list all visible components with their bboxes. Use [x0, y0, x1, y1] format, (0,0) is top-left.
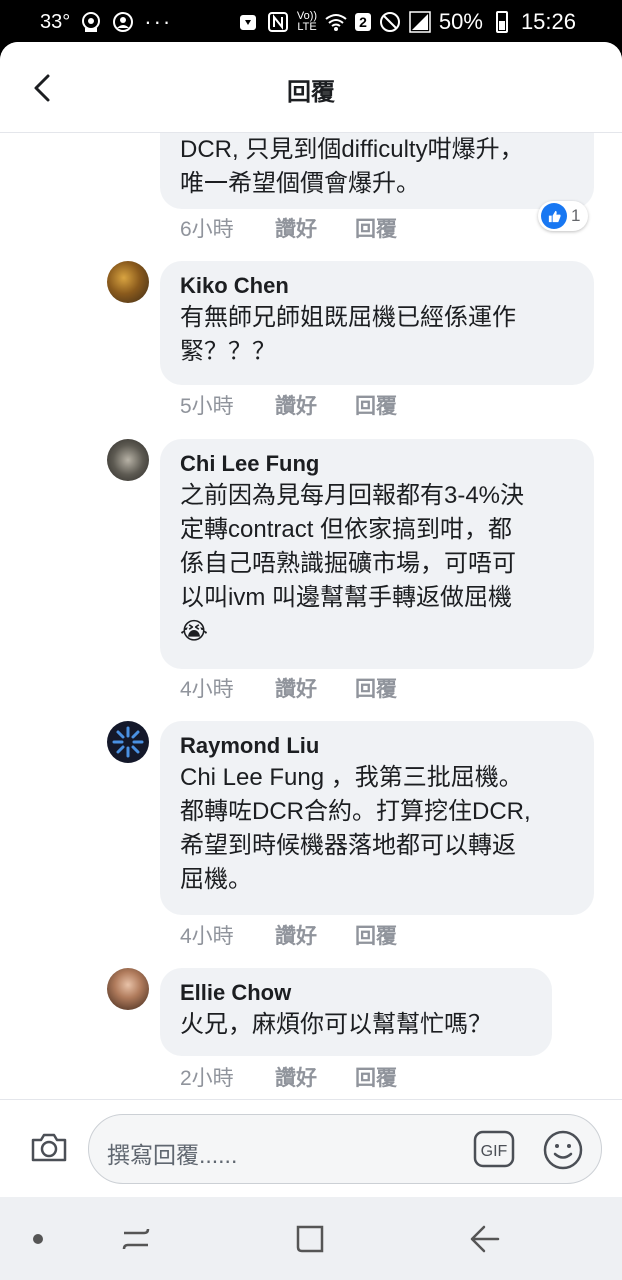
comment-bubble[interactable]: Ellie Chow 火兄，麻煩你可以幫幫忙嗎？ [160, 968, 552, 1056]
battery-icon [491, 11, 513, 33]
comment-meta: 2小時 讚好 回覆 [180, 1062, 397, 1092]
avatar[interactable] [107, 968, 149, 1010]
more-notifications-icon: ··· [144, 9, 173, 34]
comment-author[interactable]: Ellie Chow [180, 978, 532, 1008]
like-button[interactable]: 讚好 [275, 390, 355, 420]
comment-text: 之前因為見每月回報都有3-4%決 定轉contract 但依家搞到咁，都 係自己… [180, 482, 525, 611]
gif-button[interactable]: GIF [473, 1130, 515, 1168]
recents-icon [122, 1228, 150, 1250]
comment-time: 4小時 [180, 678, 234, 701]
svg-text:GIF: GIF [481, 1143, 508, 1160]
home-icon [296, 1225, 324, 1253]
volte-icon: Vo)) LTE [296, 10, 318, 33]
crying-emoji: 😭 [180, 618, 209, 645]
system-nav-bar [0, 1197, 622, 1280]
comment-text: Chi Lee Fung ，我第三批屈機。 都轉咗DCR合約。打算挖住DCR, … [180, 764, 531, 893]
signal-icon [409, 11, 431, 33]
comment-meta: 5小時 讚好 回覆 [180, 390, 397, 420]
emoji-button[interactable] [542, 1129, 584, 1171]
comment-bubble[interactable]: Chi Lee Fung 之前因為見每月回報都有3-4%決 定轉contract… [160, 439, 594, 669]
clock: 15:26 [520, 9, 576, 34]
comment-meta: 4小時 讚好 回覆 [180, 920, 397, 950]
like-button[interactable]: 讚好 [275, 673, 355, 703]
wifi-icon [325, 11, 347, 33]
comment-time: 5小時 [180, 395, 234, 418]
comment-list: DCR, 只見到個difficulty咁爆升， 唯一希望個價會爆升。 1 6小時… [0, 133, 622, 1099]
nav-dot-button[interactable] [18, 1219, 58, 1259]
gif-icon: GIF [473, 1130, 515, 1168]
avatar[interactable] [107, 721, 149, 763]
nfc-icon [267, 11, 289, 33]
replies-sheet: 回覆 DCR, 只見到個difficulty咁爆升， 唯一希望個價會爆升。 1 … [0, 42, 622, 1197]
comment-time: 4小時 [180, 925, 234, 948]
comment-time: 6小時 [180, 218, 234, 241]
reply-button[interactable]: 回覆 [355, 920, 397, 950]
reply-button[interactable]: 回覆 [355, 213, 397, 243]
back-nav-button[interactable] [464, 1219, 504, 1259]
camera-icon [31, 1133, 67, 1162]
comment-author[interactable]: Kiko Chen [180, 271, 574, 301]
comment-author[interactable]: Chi Lee Fung [180, 449, 574, 479]
reply-button[interactable]: 回覆 [355, 1062, 397, 1092]
comment-bubble[interactable]: Kiko Chen 有無師兄師姐既屈機已經係運作 緊？？？ [160, 261, 594, 385]
smiley-icon [543, 1130, 583, 1170]
reaction-count: 1 [571, 206, 581, 225]
dot-icon [33, 1234, 43, 1244]
comment-time: 2小時 [180, 1067, 234, 1090]
page-title: 回覆 [287, 79, 335, 106]
comment-text: DCR, 只見到個difficulty咁爆升， 唯一希望個價會爆升。 [180, 136, 524, 197]
reply-button[interactable]: 回覆 [355, 673, 397, 703]
camera-button[interactable] [28, 1126, 70, 1168]
status-bar: 33° ··· Vo)) LTE 2 50% 15:26 [0, 0, 622, 42]
avatar[interactable] [107, 261, 149, 303]
comment-meta: 4小時 讚好 回覆 [180, 673, 397, 703]
battery-percent: 50% [438, 9, 483, 34]
account-icon [112, 11, 134, 33]
avatar-spinner-icon [112, 726, 144, 758]
reply-input[interactable]: 撰寫回覆...... GIF [88, 1114, 602, 1184]
recycle-icon [237, 11, 259, 33]
home-button[interactable] [290, 1219, 330, 1259]
header-bar: 回覆 [0, 42, 622, 133]
avatar[interactable] [107, 439, 149, 481]
recents-button[interactable] [116, 1219, 156, 1259]
temperature-text: 33° [40, 10, 71, 33]
do-not-disturb-icon [379, 11, 401, 33]
like-button[interactable]: 讚好 [275, 920, 355, 950]
comment-bubble[interactable]: Raymond Liu Chi Lee Fung ，我第三批屈機。 都轉咗DCR… [160, 721, 594, 915]
reply-button[interactable]: 回覆 [355, 390, 397, 420]
like-button[interactable]: 讚好 [275, 213, 355, 243]
reply-input-placeholder: 撰寫回覆...... [107, 1142, 238, 1168]
like-reaction-icon [541, 203, 567, 229]
media-notification-icon [80, 11, 102, 33]
reply-composer: 撰寫回覆...... GIF [0, 1099, 622, 1197]
sim2-badge: 2 [355, 13, 371, 31]
back-nav-icon [470, 1225, 500, 1253]
comment-text: 火兄，麻煩你可以幫幫忙嗎？ [180, 1011, 492, 1038]
comment-author[interactable]: Raymond Liu [180, 731, 574, 761]
comment-bubble[interactable]: DCR, 只見到個difficulty咁爆升， 唯一希望個價會爆升。 [160, 133, 594, 209]
comment-text: 有無師兄師姐既屈機已經係運作 緊？？？ [180, 304, 516, 365]
comment-meta: 6小時 讚好 回覆 [180, 213, 397, 243]
reaction-count-badge[interactable]: 1 [538, 201, 589, 231]
like-button[interactable]: 讚好 [275, 1062, 355, 1092]
